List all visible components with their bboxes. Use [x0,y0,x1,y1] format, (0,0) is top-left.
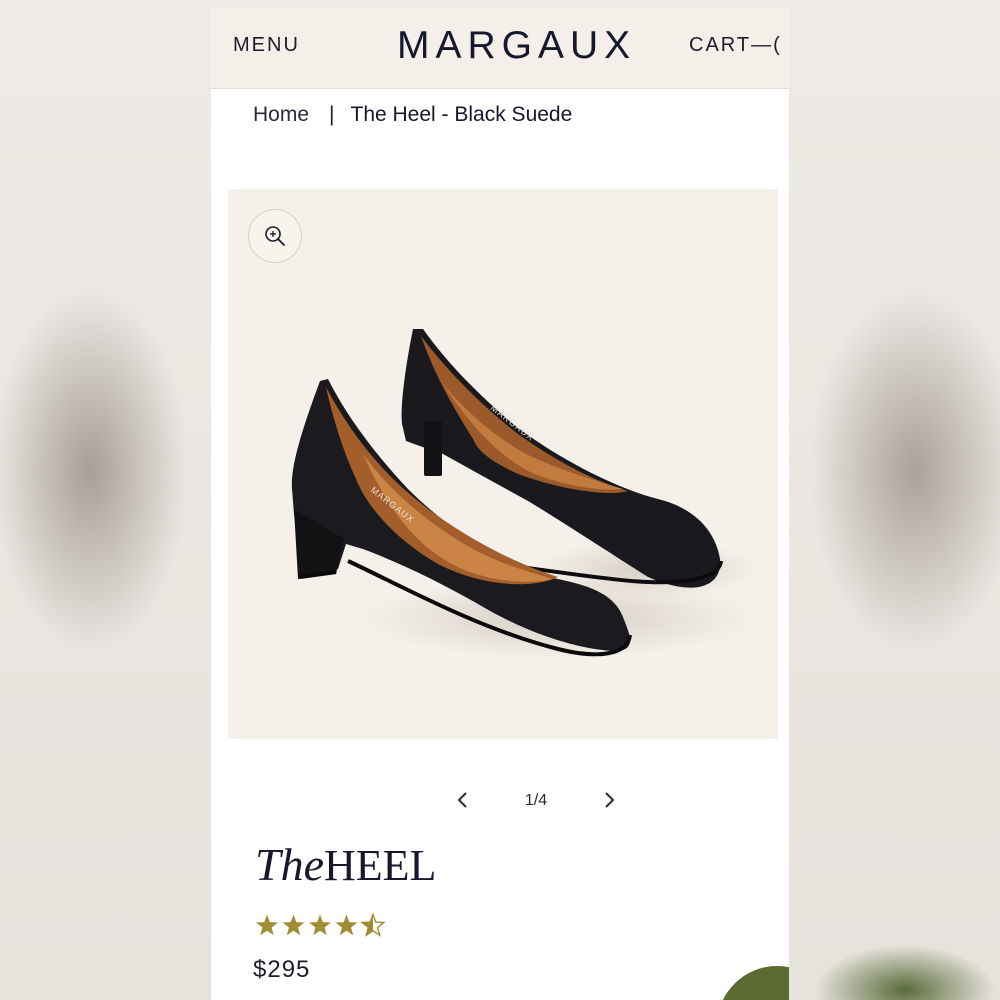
star-full-icon [256,914,278,936]
zoom-button[interactable] [248,209,302,263]
product-image: MARGAUX MARGAUX [291,329,758,659]
product-price: $295 [253,956,311,983]
star-full-icon [309,914,331,936]
brand-logo[interactable]: MARGAUX [397,24,636,68]
cart-button[interactable]: CART—( [689,34,782,57]
breadcrumb-separator: | [329,103,335,126]
chevron-left-icon[interactable] [455,788,471,812]
product-title-the: The [255,839,324,890]
mobile-page: MENU MARGAUX CART—( Home | The Heel - Blac… [211,8,789,1000]
breadcrumb-current: The Heel - Black Suede [350,103,573,126]
menu-button[interactable]: MENU [233,34,300,57]
zoom-in-icon [265,226,285,246]
chat-button[interactable] [717,966,789,1000]
rating-stars[interactable] [255,913,395,939]
product-title: TheHEEL [255,838,436,891]
breadcrumb-home-link[interactable]: Home [253,103,309,126]
breadcrumb: Home | The Heel - Black Suede [253,103,572,127]
product-title-heel: HEEL [324,841,437,890]
product-image-gallery[interactable]: MARGAUX MARGAUX [228,189,778,739]
star-full-icon [282,914,305,936]
star-full-icon [335,914,358,936]
site-header: MENU MARGAUX CART—( [211,8,789,89]
gallery-page-count: 1/4 [524,792,548,809]
gallery-pager: 1/4 [211,788,789,818]
chevron-right-icon[interactable] [601,788,617,812]
